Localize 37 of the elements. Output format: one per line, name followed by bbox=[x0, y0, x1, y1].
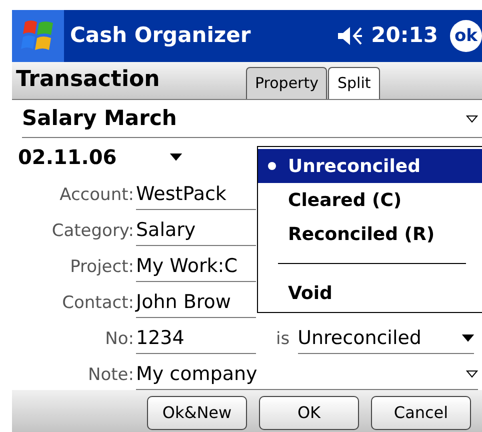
number-field[interactable]: 1234 bbox=[136, 324, 256, 354]
tab[interactable]: Split bbox=[328, 67, 380, 99]
field-label: Contact: bbox=[61, 292, 135, 314]
date-field[interactable]: 02.11.06 bbox=[18, 142, 170, 172]
dropdown-arrow-icon[interactable] bbox=[466, 370, 478, 378]
dialog-button[interactable]: Ok&New bbox=[147, 396, 247, 430]
field-label: Project: bbox=[69, 256, 135, 278]
menu-item[interactable]: Cleared (C) bbox=[258, 183, 482, 217]
status-value: Unreconciled bbox=[298, 326, 422, 350]
start-button[interactable] bbox=[12, 10, 64, 62]
app-title: Cash Organizer bbox=[70, 22, 251, 50]
field-label: Category: bbox=[50, 220, 135, 242]
field-label: Account: bbox=[58, 184, 135, 206]
dialog-button[interactable]: Cancel bbox=[371, 396, 471, 430]
menu-item[interactable]: Reconciled (R) bbox=[258, 217, 482, 251]
field-label: Note: bbox=[87, 364, 135, 386]
note-value: My company bbox=[136, 362, 258, 386]
field-value[interactable]: WestPack bbox=[136, 180, 256, 210]
field-label: No: bbox=[104, 328, 135, 350]
field-value[interactable]: Salary bbox=[136, 216, 256, 246]
field-value[interactable]: My Work:C bbox=[136, 252, 256, 282]
status-dropdown[interactable]: Unreconciled bbox=[298, 324, 474, 354]
tab[interactable]: Property bbox=[246, 67, 328, 99]
clock-time: 20:13 bbox=[371, 22, 438, 50]
status-label: is bbox=[276, 328, 290, 350]
field-value[interactable]: John Brow bbox=[136, 288, 256, 318]
dropdown-arrow-icon[interactable] bbox=[466, 114, 478, 122]
menu-item[interactable]: Unreconciled bbox=[258, 149, 482, 183]
page-title: Transaction bbox=[16, 66, 161, 94]
speaker-icon[interactable] bbox=[337, 25, 364, 47]
bullet-icon bbox=[268, 162, 276, 170]
menu-item[interactable]: Void bbox=[258, 276, 482, 310]
dialog-button[interactable]: OK bbox=[259, 396, 359, 430]
payee-field[interactable]: Salary March bbox=[22, 102, 466, 134]
ok-button[interactable]: ok bbox=[450, 20, 482, 52]
dropdown-arrow-icon[interactable] bbox=[170, 153, 182, 161]
dropdown-arrow-icon[interactable] bbox=[462, 334, 474, 342]
